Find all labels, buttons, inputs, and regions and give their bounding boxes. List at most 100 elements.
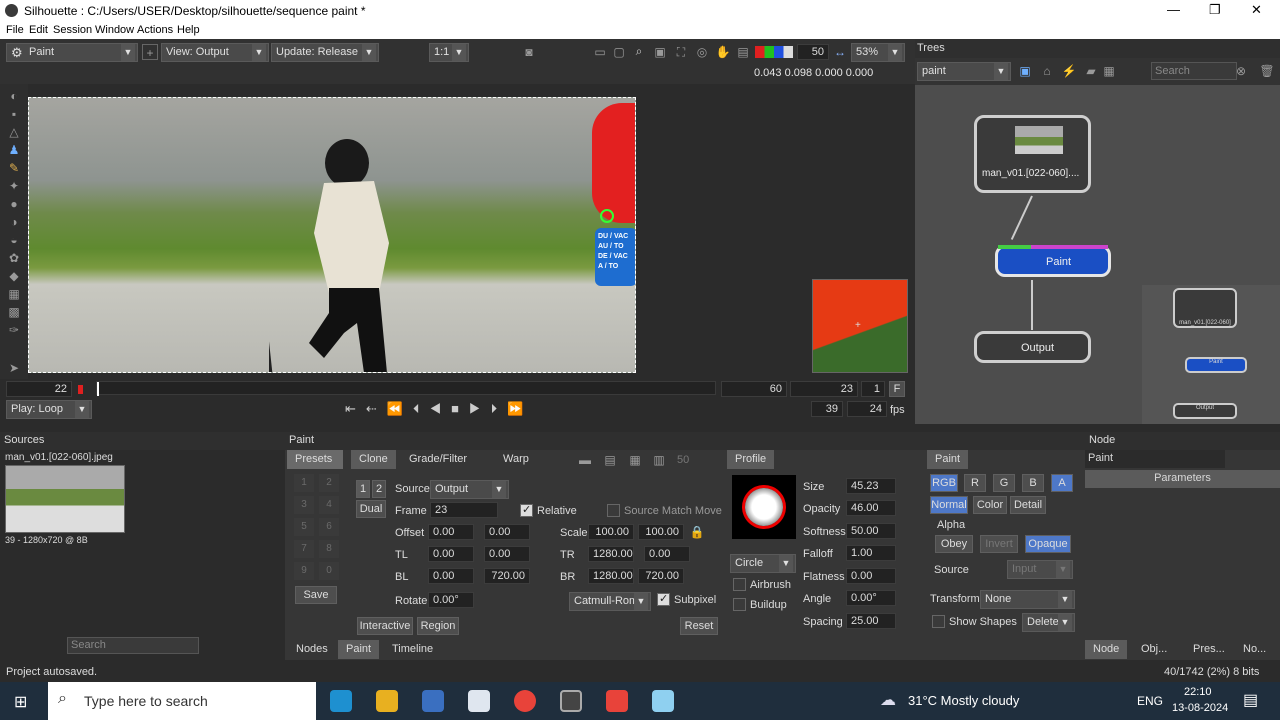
sources-search-input[interactable]: Search <box>67 637 199 654</box>
alpha-obey-button[interactable]: Obey <box>935 535 973 553</box>
save-button[interactable]: Save <box>295 586 337 604</box>
clone-tool-icon[interactable]: ♟ <box>6 142 22 158</box>
menu-window[interactable]: Window <box>95 24 134 36</box>
size-field[interactable]: 45.23 <box>846 478 896 494</box>
paint-node[interactable]: Paint <box>995 245 1111 277</box>
transform-select[interactable]: None ▼ <box>980 590 1075 609</box>
notification-icon[interactable]: ▤ <box>1243 690 1258 710</box>
tab-nodes[interactable]: Nodes <box>288 640 336 659</box>
show-shapes-checkbox[interactable] <box>932 615 945 628</box>
preset-slot[interactable]: 7 <box>294 540 314 558</box>
tab-node[interactable]: Node <box>1085 640 1128 659</box>
rewind-icon[interactable]: ⏪ <box>387 401 413 416</box>
width-icon[interactable]: ↔ <box>832 44 848 60</box>
clock-time[interactable]: 22:10 <box>1184 686 1212 698</box>
dual-button[interactable]: Dual <box>356 500 386 518</box>
zoom-select[interactable]: 53% ▼ <box>851 43 905 62</box>
chrome-icon[interactable] <box>514 690 536 712</box>
maximize-button[interactable]: ❐ <box>1209 2 1221 18</box>
clone-source-1[interactable]: 1 <box>356 480 370 498</box>
softness-field[interactable]: 50.00 <box>846 523 896 539</box>
tab-grade-filter[interactable]: Grade/Filter <box>401 450 475 469</box>
channel-a-button[interactable]: A <box>1051 474 1073 492</box>
offset-x-field[interactable]: 0.00 <box>428 524 474 540</box>
tab-paint-bottom[interactable]: Paint <box>338 640 380 659</box>
preset-slot[interactable]: 6 <box>319 518 339 536</box>
windows-start-icon[interactable]: ⊞ <box>14 692 27 712</box>
pointer-tool-icon[interactable]: ➤ <box>6 360 22 376</box>
menu-edit[interactable]: Edit <box>29 24 48 36</box>
hand-icon[interactable]: ✋ <box>715 44 731 60</box>
blur-tool-icon[interactable]: ◐ <box>6 88 22 104</box>
menu-actions[interactable]: Actions <box>137 24 173 36</box>
br-y-field[interactable]: 720.00 <box>638 568 684 584</box>
timeline-scrubber[interactable] <box>96 381 716 396</box>
preset-slot[interactable]: 8 <box>319 540 339 558</box>
drop-tool-icon[interactable]: ● <box>6 196 22 212</box>
menu-session[interactable]: Session <box>53 24 92 36</box>
smear-tool-icon[interactable]: ✦ <box>6 178 22 194</box>
mode-detail-button[interactable]: Detail <box>1010 496 1046 514</box>
duration-field[interactable]: 39 <box>811 401 843 417</box>
tab-timeline[interactable]: Timeline <box>384 640 441 659</box>
mode-color-button[interactable]: Color <box>973 496 1007 514</box>
mosaic-tool-icon[interactable]: ▩ <box>6 304 22 320</box>
subpixel-checkbox[interactable] <box>657 592 670 606</box>
tab-profile[interactable]: Profile <box>727 450 775 469</box>
trees-search-input[interactable]: Search <box>1151 62 1237 80</box>
fit-icon[interactable]: ⛶ <box>673 44 689 60</box>
falloff-field[interactable]: 1.00 <box>846 545 896 561</box>
delete-select[interactable]: Delete ▼ <box>1022 613 1075 632</box>
clock-date[interactable]: 13-08-2024 <box>1172 702 1228 714</box>
tree-save-icon[interactable]: ▦ <box>1101 63 1117 79</box>
reset-button[interactable]: Reset <box>680 617 718 635</box>
step-field[interactable]: 1 <box>861 381 885 397</box>
tree-select[interactable]: paint ▼ <box>917 62 1011 81</box>
step-back-icon[interactable]: ⏴ <box>413 401 430 416</box>
grid-tool-icon[interactable]: ▦ <box>6 286 22 302</box>
mode-select[interactable]: ⚙ Paint ▼ <box>6 43 138 62</box>
angle-field[interactable]: 0.00° <box>846 590 896 606</box>
language-indicator[interactable]: ENG <box>1137 694 1163 708</box>
histogram-icon[interactable]: ▤ <box>735 44 751 60</box>
preset-slot[interactable]: 1 <box>294 474 314 492</box>
eraser-tool-icon[interactable]: △ <box>6 124 22 140</box>
preset-slot[interactable]: 4 <box>319 496 339 514</box>
menu-help[interactable]: Help <box>177 24 200 36</box>
region-icon[interactable]: ▣ <box>652 44 668 60</box>
paint-brush-icon[interactable]: ✎ <box>6 160 22 176</box>
preset-slot[interactable]: 0 <box>319 562 339 580</box>
tab-presets[interactable]: Presets <box>287 450 343 469</box>
red-app-icon[interactable] <box>606 690 628 712</box>
relative-checkbox[interactable] <box>520 503 533 517</box>
tl-y-field[interactable]: 0.00 <box>484 546 530 562</box>
scale-x-field[interactable]: 100.00 <box>588 524 634 540</box>
tr-x-field[interactable]: 1280.00 <box>588 546 634 562</box>
buildup-checkbox[interactable] <box>733 598 746 611</box>
fill-tool-icon[interactable]: ◆ <box>6 268 22 284</box>
lock-icon[interactable]: 🔒 <box>689 524 705 540</box>
bl-x-field[interactable]: 0.00 <box>428 568 474 584</box>
fps-field[interactable]: 24 <box>847 401 887 417</box>
current-frame-field[interactable]: 23 <box>790 381 858 397</box>
file-explorer-icon[interactable] <box>376 690 398 712</box>
go-start-icon[interactable]: ⇤ <box>345 401 366 416</box>
tr-y-field[interactable]: 0.00 <box>644 546 690 562</box>
brush-shape-select[interactable]: Circle ▼ <box>730 554 796 573</box>
interactive-button[interactable]: Interactive <box>357 617 413 635</box>
offset-y-field[interactable]: 0.00 <box>484 524 530 540</box>
channel-b-button[interactable]: B <box>1022 474 1044 492</box>
channel-g-button[interactable]: G <box>993 474 1015 492</box>
frame-mode-button[interactable]: F <box>889 381 905 397</box>
silhouette-taskbar-icon[interactable] <box>560 690 582 712</box>
alpha-source-select[interactable]: Input ▼ <box>1007 560 1073 579</box>
preset-slot[interactable]: 2 <box>319 474 339 492</box>
clear-search-icon[interactable]: ⊗ <box>1233 63 1249 79</box>
camera-icon[interactable]: ◙ <box>521 44 537 60</box>
bl-y-field[interactable]: 720.00 <box>484 568 530 584</box>
mail-icon[interactable] <box>468 690 490 712</box>
node-name-field[interactable]: Paint <box>1085 450 1225 468</box>
tl-x-field[interactable]: 0.00 <box>428 546 474 562</box>
tab-objects[interactable]: Obj... <box>1133 640 1175 659</box>
target-icon[interactable]: ◎ <box>694 44 710 60</box>
